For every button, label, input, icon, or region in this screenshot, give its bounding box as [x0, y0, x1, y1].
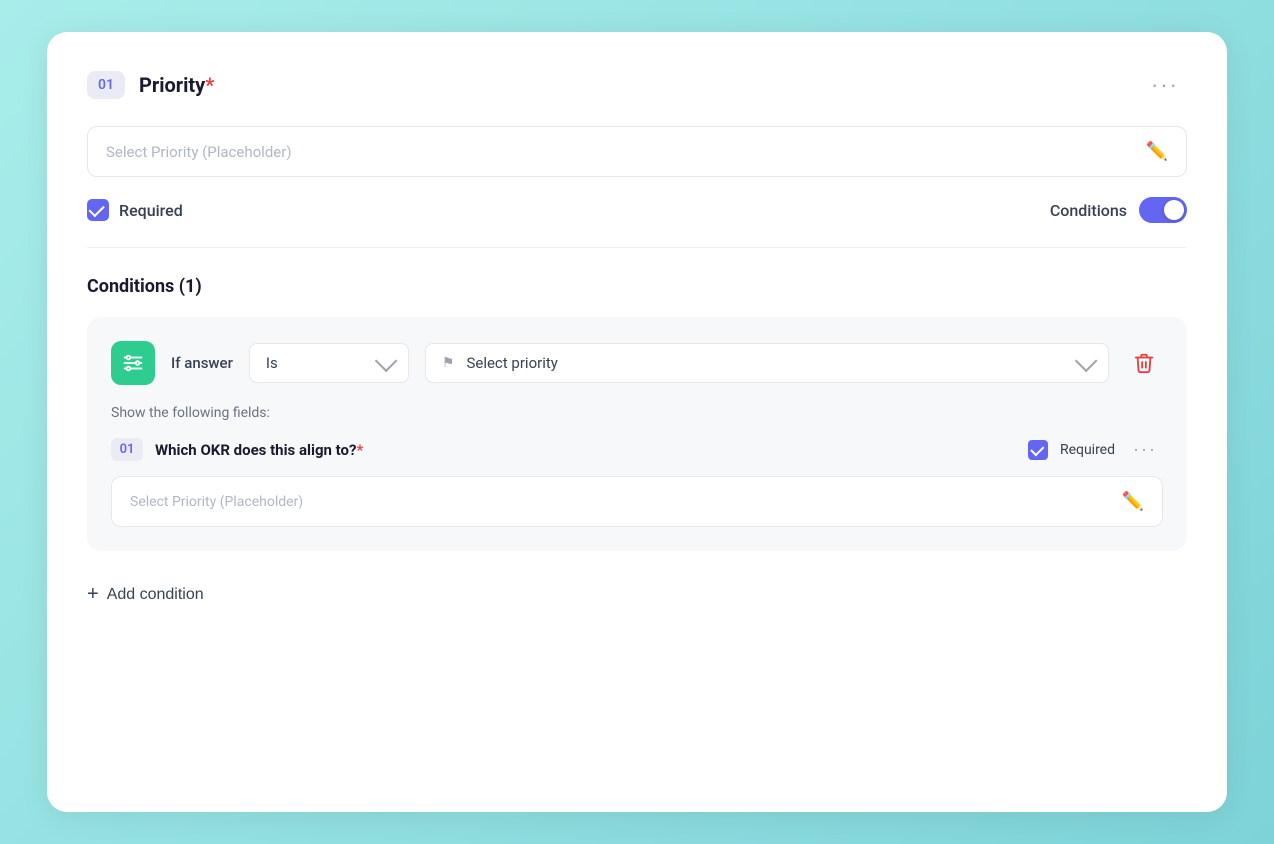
- sub-field-number: 01: [111, 438, 143, 461]
- sub-field: 01 Which OKR does this align to?* Requir…: [111, 437, 1163, 462]
- condition-block: If answer Is ⚑ Select priority: [87, 317, 1187, 551]
- sub-more-options-button[interactable]: ···: [1127, 437, 1163, 462]
- sub-placeholder-input[interactable]: Select Priority (Placeholder) ✏️: [111, 476, 1163, 527]
- required-star: *: [205, 73, 214, 97]
- flag-icon: ⚑: [442, 355, 455, 371]
- field-number-badge: 01: [87, 71, 125, 99]
- sub-field-title: Which OKR does this align to?*: [155, 441, 1016, 459]
- sub-required-checkbox[interactable]: [1028, 440, 1048, 460]
- priority-dropdown-inner: ⚑ Select priority: [442, 354, 558, 372]
- edit-icon[interactable]: ✏️: [1146, 141, 1168, 162]
- filter-icon-btn: [111, 341, 155, 385]
- placeholder-input-text: Select Priority (Placeholder): [106, 143, 1146, 161]
- field-title: Priority*: [139, 73, 214, 97]
- required-checkbox[interactable]: [87, 199, 109, 221]
- chevron-down-icon-priority: [1075, 350, 1098, 373]
- is-dropdown-value: Is: [266, 354, 278, 372]
- field-header: 01 Priority* ···: [87, 68, 1187, 102]
- conditions-toggle[interactable]: [1139, 197, 1187, 223]
- chevron-down-icon: [375, 350, 398, 373]
- field-header-left: 01 Priority*: [87, 71, 214, 99]
- if-answer-label: If answer: [171, 354, 233, 372]
- delete-condition-button[interactable]: [1125, 344, 1163, 382]
- more-options-button[interactable]: ···: [1143, 68, 1187, 102]
- add-condition-button[interactable]: + Add condition: [87, 575, 204, 614]
- show-fields-label: Show the following fields:: [111, 405, 1163, 421]
- plus-icon: +: [87, 583, 99, 606]
- conditions-label: Conditions: [1050, 201, 1127, 220]
- required-left: Required: [87, 199, 183, 221]
- conditions-title: Conditions (1): [87, 276, 1187, 297]
- main-card: 01 Priority* ··· Select Priority (Placeh…: [47, 32, 1227, 812]
- trash-icon: [1133, 352, 1155, 374]
- add-condition-label: Add condition: [107, 586, 204, 604]
- required-label: Required: [119, 201, 183, 220]
- conditions-right: Conditions: [1050, 197, 1187, 223]
- sub-edit-icon[interactable]: ✏️: [1122, 491, 1144, 512]
- is-dropdown[interactable]: Is: [249, 343, 409, 383]
- condition-row: If answer Is ⚑ Select priority: [111, 341, 1163, 385]
- divider: [87, 247, 1187, 248]
- sub-required-star: *: [356, 441, 363, 459]
- priority-dropdown-value: Select priority: [466, 354, 557, 372]
- placeholder-input[interactable]: Select Priority (Placeholder) ✏️: [87, 126, 1187, 177]
- conditions-section: Conditions (1): [87, 276, 1187, 614]
- sub-placeholder-text: Select Priority (Placeholder): [130, 494, 1122, 510]
- priority-dropdown[interactable]: ⚑ Select priority: [425, 343, 1109, 383]
- sub-required-label: Required: [1060, 442, 1115, 458]
- filter-icon: [122, 352, 144, 374]
- required-row: Required Conditions: [87, 197, 1187, 223]
